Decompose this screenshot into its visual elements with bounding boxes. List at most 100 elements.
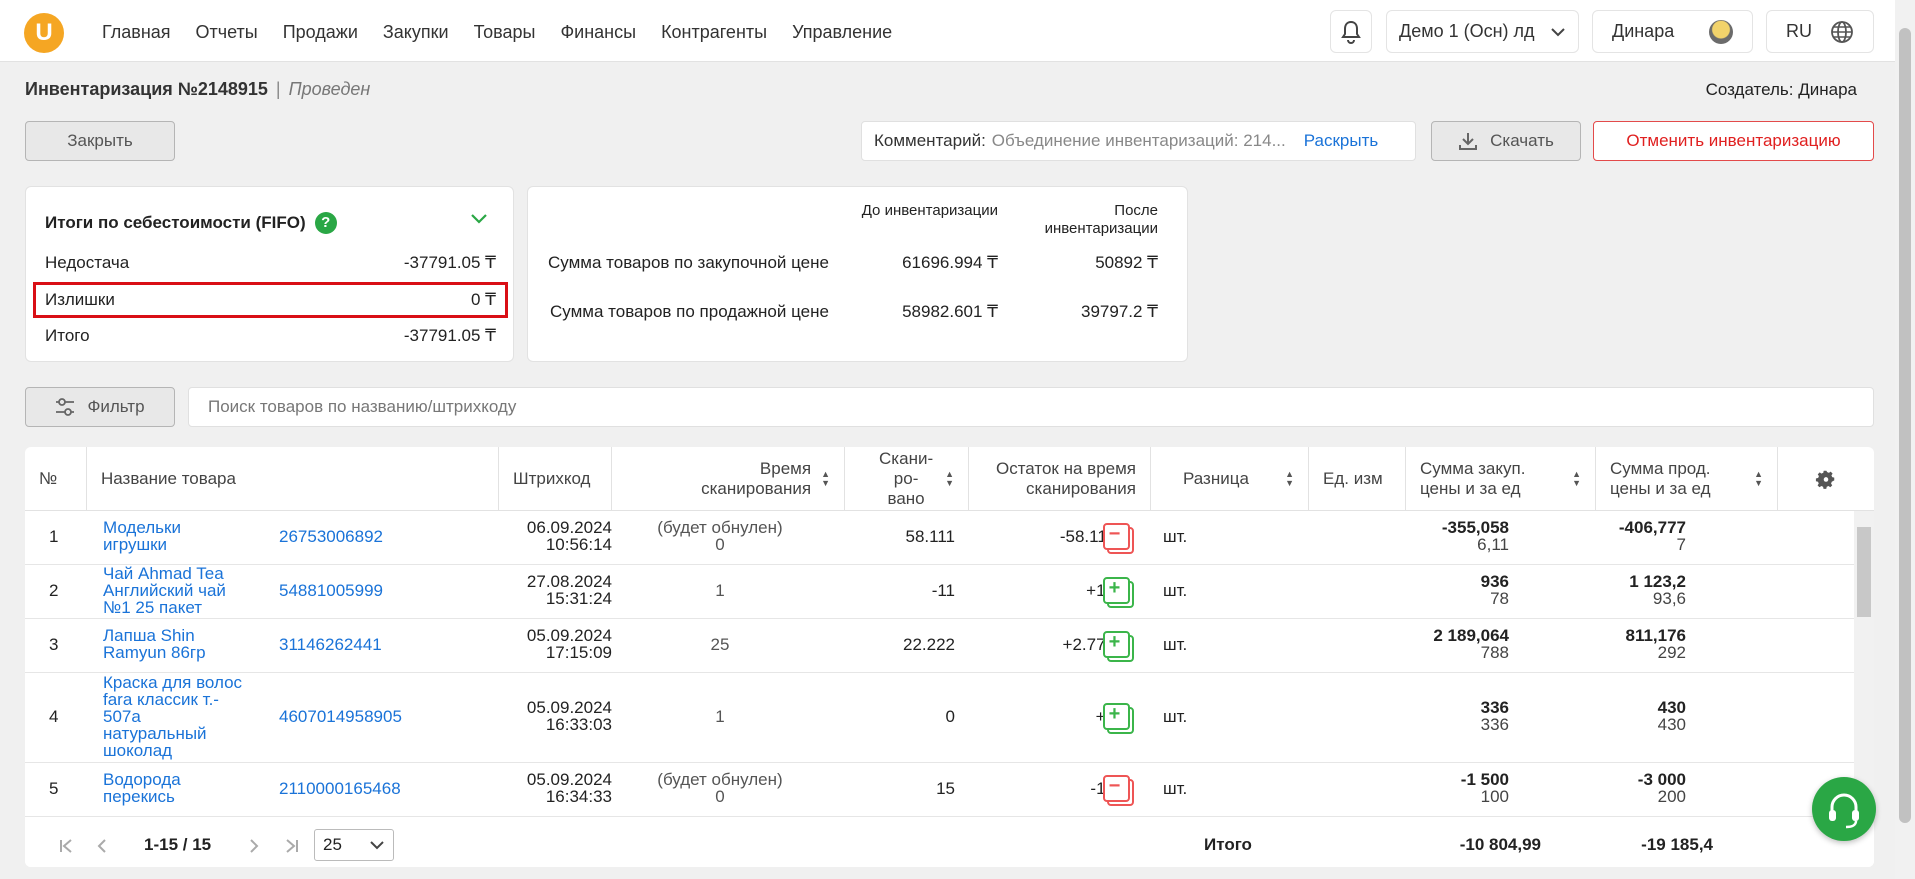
- nav-reports[interactable]: Отчеты: [196, 22, 258, 43]
- purchase-sum-after: 50892 ₸: [1095, 253, 1158, 272]
- nav-counterparties[interactable]: Контрагенты: [661, 22, 767, 43]
- page-size-value: 25: [323, 835, 342, 854]
- table-row[interactable]: 1 Модельки игрушки 26753006892 06.09.202…: [25, 511, 1855, 565]
- col-settings[interactable]: [1778, 447, 1874, 511]
- scan-value: 1: [715, 707, 725, 726]
- sort-icon[interactable]: ▲ ▼: [945, 470, 954, 488]
- purchase-unit: 6,11: [1477, 535, 1509, 554]
- nav-purchases[interactable]: Закупки: [383, 22, 449, 43]
- scan-value: 0: [715, 535, 725, 554]
- product-name-link[interactable]: Водорода перекись: [103, 771, 223, 805]
- help-icon[interactable]: ?: [314, 212, 337, 234]
- sort-icon[interactable]: ▲ ▼: [1572, 470, 1581, 488]
- nav-management[interactable]: Управление: [792, 22, 892, 43]
- plus-icon: +: [1103, 577, 1134, 608]
- sale-unit: 7: [1676, 535, 1686, 554]
- store-selector[interactable]: Демо 1 (Осн) лд: [1386, 10, 1579, 53]
- col-scanned[interactable]: Скани-ро-вано ▲ ▼: [845, 447, 969, 511]
- barcode-link[interactable]: 2110000165468: [279, 779, 401, 799]
- page-range: 1-15 / 15: [144, 835, 212, 854]
- logo[interactable]: U: [24, 13, 64, 53]
- notifications-button[interactable]: [1330, 10, 1372, 53]
- scan-date: 06.09.2024: [526, 518, 612, 537]
- language-code: RU: [1786, 21, 1812, 41]
- purchase-unit: 788: [1480, 643, 1509, 662]
- collapse-chevron-icon[interactable]: [470, 213, 488, 225]
- col-scan-time[interactable]: Время сканирования ▲ ▼: [612, 447, 845, 511]
- close-button[interactable]: Закрыть: [25, 121, 175, 161]
- table-row[interactable]: 5 Водорода перекись 2110000165468 05.09.…: [25, 763, 1855, 817]
- filter-button[interactable]: Фильтр: [25, 387, 175, 427]
- col-remain-label: Остаток на время сканирования: [995, 459, 1136, 498]
- nav-products[interactable]: Товары: [474, 22, 536, 43]
- nav-home[interactable]: Главная: [102, 22, 171, 43]
- fifo-summary-card: Итоги по себестоимости (FIFO) ? Недостач…: [25, 186, 514, 362]
- nav-finance[interactable]: Финансы: [560, 22, 636, 43]
- download-button[interactable]: Скачать: [1431, 121, 1581, 161]
- unit-value: шт.: [1163, 527, 1188, 546]
- page-scrollbar[interactable]: [1895, 0, 1915, 879]
- sort-icon[interactable]: ▲ ▼: [1285, 470, 1294, 488]
- expand-comment-link[interactable]: Раскрыть: [1304, 131, 1378, 151]
- sort-icon[interactable]: ▲ ▼: [821, 470, 830, 488]
- language-selector[interactable]: RU: [1766, 10, 1874, 53]
- page-title: Инвентаризация №2148915: [25, 79, 268, 99]
- table-row[interactable]: 2 Чай Ahmad Tea Английский чай №1 25 пак…: [25, 565, 1855, 619]
- plus-icon: +: [1103, 631, 1134, 662]
- product-search-input[interactable]: [188, 387, 1874, 427]
- support-chat-button[interactable]: [1812, 777, 1876, 841]
- scan-datetime: 06.09.2024 10:56:14: [499, 519, 612, 553]
- product-name-link[interactable]: Лапша Shin Ramyun 86гр: [103, 627, 223, 661]
- table-row[interactable]: 3 Лапша Shin Ramyun 86гр 31146262441 05.…: [25, 619, 1855, 673]
- col-sale[interactable]: Сумма прод. цены и за ед ▲ ▼: [1596, 447, 1778, 511]
- footer-total-sale: -19 185,4: [1641, 835, 1713, 854]
- col-unit: Ед. изм: [1309, 447, 1406, 511]
- row-num: 3: [49, 635, 59, 654]
- col-purchase-label: Сумма закуп. цены и за ед: [1420, 459, 1526, 498]
- product-name-link[interactable]: Модельки игрушки: [103, 519, 238, 553]
- row-num: 2: [49, 581, 59, 600]
- fifo-title-text: Итоги по себестоимости (FIFO): [45, 213, 306, 232]
- product-name-link[interactable]: Краска для волос fara классик т.- 507а н…: [103, 674, 243, 759]
- purchase-unit: 100: [1480, 787, 1509, 806]
- col-purchase[interactable]: Сумма закуп. цены и за ед ▲ ▼: [1406, 447, 1596, 511]
- unit-value: шт.: [1163, 581, 1188, 600]
- headset-icon: [1829, 793, 1859, 829]
- total-value: -37791.05 ₸: [403, 326, 496, 345]
- sale-sum: -406,777 7: [1565, 519, 1686, 553]
- col-scan-time-label: Время сканирования: [701, 459, 812, 498]
- remain-value: 58.111: [905, 527, 955, 546]
- page-scrollbar-thumb[interactable]: [1899, 28, 1911, 823]
- product-name-link[interactable]: Чай Ahmad Tea Английский чай №1 25 пакет: [103, 565, 243, 616]
- table-row[interactable]: 4 Краска для волос fara классик т.- 507а…: [25, 673, 1855, 763]
- table-scrollbar-thumb[interactable]: [1857, 527, 1871, 617]
- barcode-link[interactable]: 4607014958905: [279, 707, 402, 727]
- gear-icon[interactable]: [1815, 468, 1837, 490]
- next-page-icon[interactable]: [247, 838, 261, 854]
- scan-time: 15:31:24: [545, 589, 612, 608]
- sale-total: 1 123,2: [1629, 572, 1686, 591]
- col-diff[interactable]: Разница ▲ ▼: [1151, 447, 1309, 511]
- prev-page-icon[interactable]: [95, 838, 109, 854]
- scan-datetime: 05.09.2024 16:34:33: [499, 771, 612, 805]
- scan-datetime: 27.08.2024 15:31:24: [499, 573, 612, 607]
- sort-icon[interactable]: ▲ ▼: [1754, 470, 1763, 488]
- barcode-link[interactable]: 54881005999: [279, 581, 383, 601]
- filter-label: Фильтр: [87, 397, 145, 416]
- scan-date: 05.09.2024: [526, 626, 612, 645]
- page-size-select[interactable]: 25: [314, 829, 394, 861]
- cancel-inventory-button[interactable]: Отменить инвентаризацию: [1593, 121, 1874, 161]
- sale-sum: -3 000 200: [1565, 771, 1686, 805]
- nav-sales[interactable]: Продажи: [283, 22, 358, 43]
- first-page-icon[interactable]: [58, 838, 74, 854]
- scan-value: 1: [715, 581, 725, 600]
- footer-total-purchase: -10 804,99: [1459, 835, 1541, 854]
- user-menu[interactable]: Динара: [1592, 10, 1753, 53]
- barcode-link[interactable]: 26753006892: [279, 527, 383, 547]
- last-page-icon[interactable]: [284, 838, 300, 854]
- sale-sum: 1 123,2 93,6: [1565, 573, 1686, 607]
- top-bar: U Главная Отчеты Продажи Закупки Товары …: [0, 0, 1895, 62]
- barcode-link[interactable]: 31146262441: [279, 635, 382, 655]
- status-text: Проведен: [288, 79, 371, 99]
- sale-total: -406,777: [1618, 518, 1686, 537]
